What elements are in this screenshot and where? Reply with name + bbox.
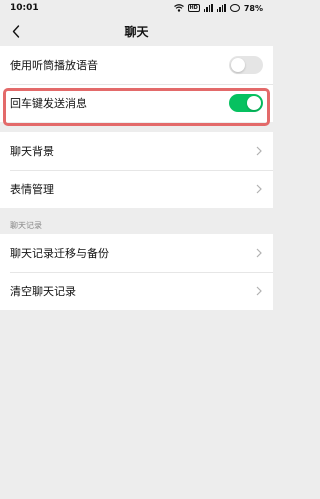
settings-group-voice: 使用听筒播放语音 回车键发送消息 (0, 46, 273, 122)
settings-group-appearance: 聊天背景 表情管理 (0, 132, 273, 208)
toggle-knob (247, 96, 261, 110)
nav-bar: 聊天 (0, 16, 273, 46)
setting-row-chat-background[interactable]: 聊天背景 (0, 132, 273, 170)
chevron-right-icon (255, 247, 263, 259)
setting-row-sticker-management[interactable]: 表情管理 (0, 170, 273, 208)
setting-row-clear-history[interactable]: 清空聊天记录 (0, 272, 273, 310)
status-time: 10:01 (10, 3, 39, 13)
back-icon[interactable] (8, 22, 24, 40)
setting-row-earpiece[interactable]: 使用听筒播放语音 (0, 46, 273, 84)
section-header-chat-history: 聊天记录 (0, 208, 273, 234)
status-icons: HD 78% (173, 3, 263, 13)
signal-icon (203, 4, 213, 12)
chevron-right-icon (255, 183, 263, 195)
chevron-right-icon (255, 145, 263, 157)
status-bar: 10:01 HD 78% (0, 0, 273, 16)
setting-row-enter-send[interactable]: 回车键发送消息 (0, 84, 273, 122)
earpiece-toggle[interactable] (229, 56, 263, 74)
enter-send-toggle[interactable] (229, 94, 263, 112)
setting-label: 回车键发送消息 (10, 97, 87, 110)
chevron-right-icon (255, 285, 263, 297)
page-title: 聊天 (124, 24, 149, 39)
hd-badge-icon: HD (187, 4, 200, 12)
toggle-knob (231, 58, 245, 72)
setting-label: 聊天记录迁移与备份 (10, 247, 109, 260)
setting-row-migrate-backup[interactable]: 聊天记录迁移与备份 (0, 234, 273, 272)
settings-group-chat-history: 聊天记录迁移与备份 清空聊天记录 (0, 234, 273, 310)
section-gap (0, 122, 273, 132)
wifi-icon (173, 4, 184, 12)
battery-icon (229, 4, 240, 12)
signal-icon-2 (216, 4, 226, 12)
setting-label: 清空聊天记录 (10, 285, 76, 298)
setting-label: 聊天背景 (10, 145, 54, 158)
setting-label: 使用听筒播放语音 (10, 59, 98, 72)
battery-percent: 78% (243, 3, 263, 13)
setting-label: 表情管理 (10, 183, 54, 196)
